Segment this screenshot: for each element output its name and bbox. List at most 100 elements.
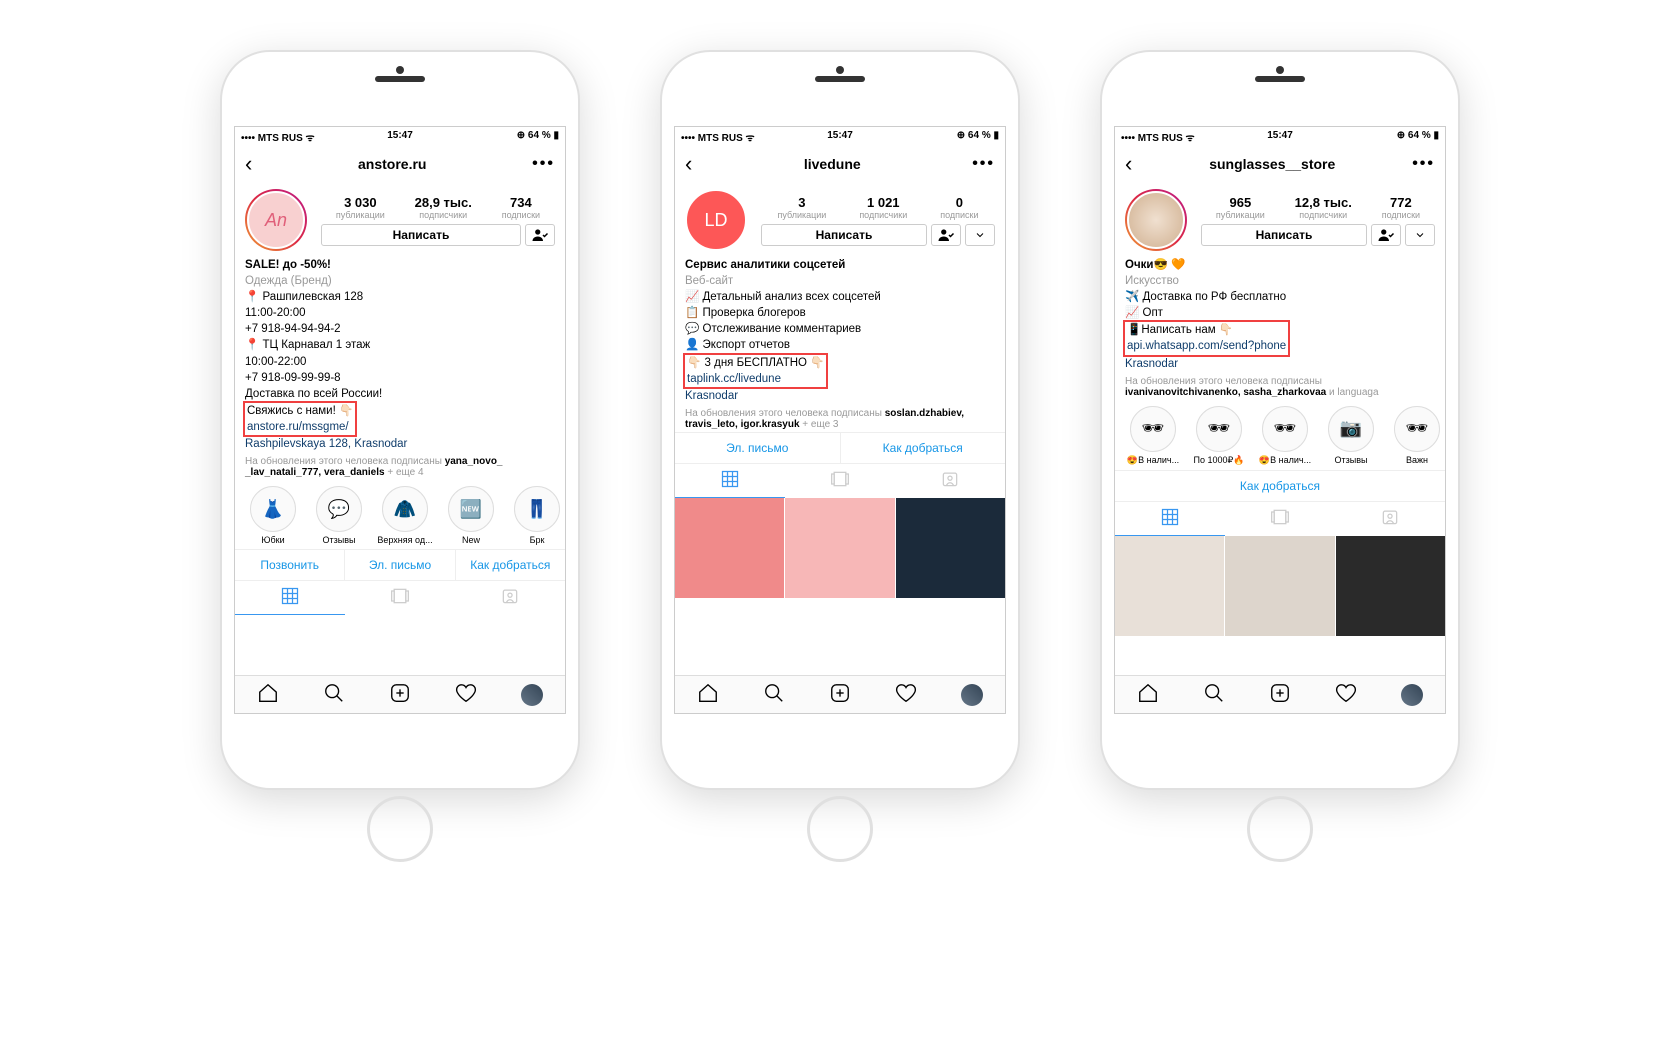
- phone-camera: [396, 66, 404, 74]
- bottom-nav: [1115, 675, 1445, 713]
- activity-icon[interactable]: [455, 682, 477, 707]
- tab-feed[interactable]: [345, 581, 455, 615]
- tab-feed[interactable]: [1225, 502, 1335, 536]
- more-icon[interactable]: •••: [1412, 155, 1435, 173]
- post-thumbnail[interactable]: [1225, 536, 1334, 636]
- highlight-item[interactable]: 👗Юбки: [245, 486, 301, 545]
- avatar[interactable]: LD: [685, 189, 747, 251]
- highlight-item[interactable]: 🕶Важн: [1389, 406, 1445, 466]
- stat-posts[interactable]: 965публикации: [1216, 195, 1265, 220]
- suggested-toggle[interactable]: [965, 224, 995, 246]
- profile-icon[interactable]: [961, 684, 983, 706]
- bio: Очки😎 🧡 Искусство ✈️ Доставка по РФ бесп…: [1115, 253, 1445, 374]
- stat-followers[interactable]: 12,8 тыс.подписчики: [1295, 195, 1352, 220]
- follow-status-button[interactable]: [1371, 224, 1401, 246]
- activity-icon[interactable]: [1335, 682, 1357, 707]
- message-button[interactable]: Написать: [1201, 224, 1367, 246]
- bio-line: +7 918-94-94-94-2: [245, 321, 555, 337]
- suggested-toggle[interactable]: [1405, 224, 1435, 246]
- stat-following[interactable]: 772подписки: [1382, 195, 1420, 220]
- more-icon[interactable]: •••: [972, 155, 995, 173]
- action-directions[interactable]: Как добраться: [1115, 471, 1445, 501]
- bio-line: +7 918-09-99-99-8: [245, 370, 555, 386]
- back-icon[interactable]: ‹: [245, 151, 252, 177]
- followed-by[interactable]: На обновления этого человека подписаны i…: [1115, 374, 1445, 400]
- bio-location[interactable]: Krasnodar: [685, 388, 995, 404]
- stat-posts[interactable]: 3 030публикации: [336, 195, 385, 220]
- add-post-icon[interactable]: [389, 682, 411, 707]
- follow-status-button[interactable]: [931, 224, 961, 246]
- profile-icon[interactable]: [521, 684, 543, 706]
- highlight-item[interactable]: 👖Брк: [509, 486, 565, 545]
- highlight-item[interactable]: 🕶По 1000₽🔥: [1191, 406, 1247, 466]
- bio-link[interactable]: api.whatsapp.com/send?phone: [1127, 338, 1286, 354]
- stat-following[interactable]: 0подписки: [940, 195, 978, 220]
- feed-tabs: [1115, 501, 1445, 536]
- bio-name: SALE! до -50%!: [245, 257, 555, 273]
- highlight-item[interactable]: 🕶😍В налич...: [1257, 406, 1313, 466]
- tab-feed[interactable]: [785, 464, 895, 498]
- activity-icon[interactable]: [895, 682, 917, 707]
- add-post-icon[interactable]: [829, 682, 851, 707]
- bio-line: 11:00-20:00: [245, 305, 555, 321]
- bio-location[interactable]: Krasnodar: [1125, 356, 1435, 372]
- post-thumbnail[interactable]: [785, 498, 894, 598]
- action-directions[interactable]: Как добраться: [456, 550, 565, 580]
- home-icon[interactable]: [697, 682, 719, 707]
- action-directions[interactable]: Как добраться: [841, 433, 1006, 463]
- posts-grid: [1115, 536, 1445, 636]
- search-icon[interactable]: [1203, 682, 1225, 707]
- bio-line: 10:00-22:00: [245, 354, 555, 370]
- follow-status-button[interactable]: [525, 224, 555, 246]
- followed-by[interactable]: На обновления этого человека подписаны s…: [675, 406, 1005, 432]
- highlight-item[interactable]: 🕶😍В налич...: [1125, 406, 1181, 466]
- bio-name: Сервис аналитики соцсетей: [685, 257, 995, 273]
- followed-by[interactable]: На обновления этого человека подписаны y…: [235, 454, 565, 480]
- post-thumbnail[interactable]: [1336, 536, 1445, 636]
- tab-tagged[interactable]: [895, 464, 1005, 498]
- search-icon[interactable]: [323, 682, 345, 707]
- message-button[interactable]: Написать: [321, 224, 521, 246]
- highlight-item[interactable]: 📷Отзывы: [1323, 406, 1379, 466]
- post-thumbnail[interactable]: [675, 498, 784, 598]
- post-thumbnail[interactable]: [896, 498, 1005, 598]
- action-email[interactable]: Эл. письмо: [675, 433, 841, 463]
- avatar[interactable]: [1125, 189, 1187, 251]
- action-call[interactable]: Позвонить: [235, 550, 345, 580]
- message-button[interactable]: Написать: [761, 224, 927, 246]
- back-icon[interactable]: ‹: [1125, 151, 1132, 177]
- tab-grid[interactable]: [235, 581, 345, 615]
- more-icon[interactable]: •••: [532, 155, 555, 173]
- bio-link[interactable]: anstore.ru/mssgme/: [247, 419, 353, 435]
- post-thumbnail[interactable]: [1115, 536, 1224, 636]
- add-post-icon[interactable]: [1269, 682, 1291, 707]
- username-title: sunglasses__store: [1209, 156, 1335, 172]
- tab-tagged[interactable]: [455, 581, 565, 615]
- stat-posts[interactable]: 3публикации: [777, 195, 826, 220]
- stat-following[interactable]: 734подписки: [502, 195, 540, 220]
- tab-grid[interactable]: [1115, 502, 1225, 536]
- stat-followers[interactable]: 28,9 тыс.подписчики: [415, 195, 472, 220]
- highlight-item[interactable]: 💬Отзывы: [311, 486, 367, 545]
- home-icon[interactable]: [1137, 682, 1159, 707]
- action-email[interactable]: Эл. письмо: [345, 550, 455, 580]
- bio-line: 📈 Детальный анализ всех соцсетей: [685, 289, 995, 305]
- search-icon[interactable]: [763, 682, 785, 707]
- contact-actions: Как добраться: [1115, 470, 1445, 501]
- bio-location[interactable]: Rashpilevskaya 128, Krasnodar: [245, 436, 555, 452]
- feed-tabs: [235, 580, 565, 615]
- avatar[interactable]: An: [245, 189, 307, 251]
- statusbar: •••• MTS RUS ᯤ 15:47 ⊕ 64 % ▮: [1115, 127, 1445, 147]
- bio-link[interactable]: taplink.cc/livedune: [687, 371, 824, 387]
- stat-followers[interactable]: 1 021подписчики: [859, 195, 907, 220]
- home-icon[interactable]: [257, 682, 279, 707]
- tab-tagged[interactable]: [1335, 502, 1445, 536]
- bio-category: Искусство: [1125, 273, 1435, 289]
- profile-icon[interactable]: [1401, 684, 1423, 706]
- highlighted-cta: 📱Написать нам 👇🏻 api.whatsapp.com/send?p…: [1123, 320, 1290, 356]
- tab-grid[interactable]: [675, 464, 785, 498]
- screen: •••• MTS RUS ᯤ 15:47 ⊕ 64 % ▮ ‹ sunglass…: [1114, 126, 1446, 714]
- highlight-item[interactable]: 🧥Верхняя од...: [377, 486, 433, 545]
- highlight-item[interactable]: 🆕New: [443, 486, 499, 545]
- back-icon[interactable]: ‹: [685, 151, 692, 177]
